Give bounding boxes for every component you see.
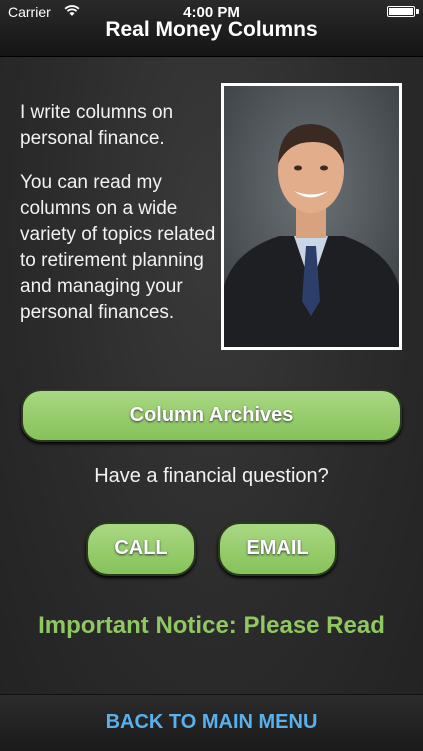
back-to-main-menu-button[interactable]: BACK TO MAIN MENU [0,711,423,734]
important-notice-link[interactable]: Important Notice: Please Read [0,612,423,640]
battery-tip [416,9,419,14]
intro-line-2: You can read my columns on a wide variet… [20,172,216,323]
column-archives-button[interactable]: Column Archives [21,389,402,442]
bottom-bar: BACK TO MAIN MENU [0,694,423,751]
intro-line-1: I write columns on personal finance. [20,102,174,149]
battery-icon [387,6,415,17]
financial-question-label: Have a financial question? [94,465,329,487]
author-portrait-image [224,86,399,347]
author-photo [221,83,402,350]
navigation-bar: Carrier 4:00 PM Real Money Columns [0,0,423,57]
email-button[interactable]: EMAIL [218,522,337,576]
page-title: Real Money Columns [105,18,318,41]
intro-text: I write columns on personal finance. You… [20,100,216,344]
call-button[interactable]: CALL [86,522,196,576]
